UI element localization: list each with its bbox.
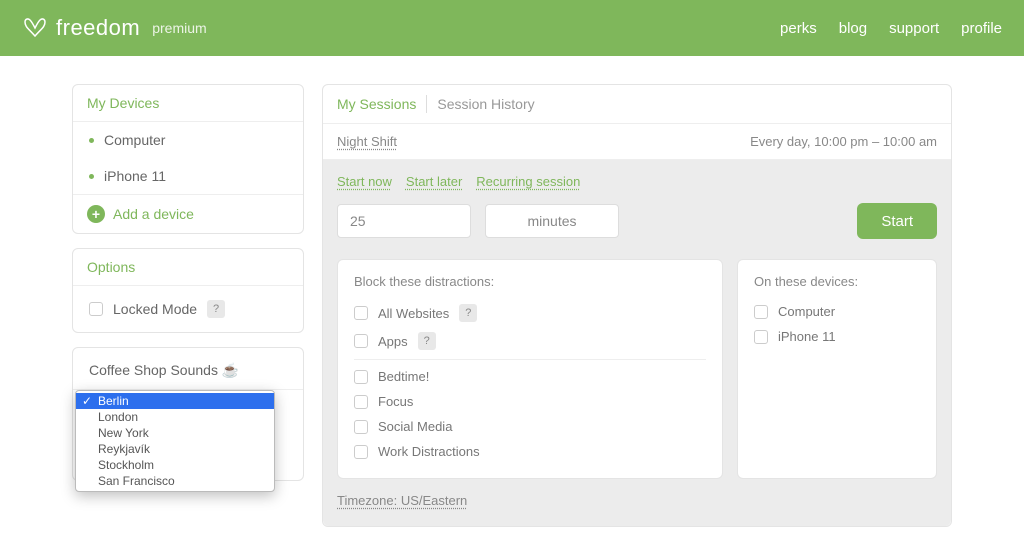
brand-plan: premium bbox=[152, 20, 206, 36]
add-device-label: Add a device bbox=[113, 206, 194, 222]
session-name[interactable]: Night Shift bbox=[337, 134, 397, 149]
sounds-body: Berlin London New York Reykjavík Stockho… bbox=[73, 390, 303, 480]
device-list: Computer iPhone 11 bbox=[73, 122, 303, 194]
sound-option-stockholm[interactable]: Stockholm bbox=[76, 457, 274, 473]
nav-support[interactable]: support bbox=[889, 20, 939, 37]
sounds-select-dropdown[interactable]: Berlin London New York Reykjavík Stockho… bbox=[75, 390, 275, 492]
tab-session-history[interactable]: Session History bbox=[437, 96, 534, 112]
block-social-label: Social Media bbox=[378, 419, 452, 434]
block-focus-checkbox[interactable] bbox=[354, 395, 368, 409]
device-computer-label: Computer bbox=[778, 304, 835, 319]
start-now-tab[interactable]: Start now bbox=[337, 174, 392, 189]
top-nav: perks blog support profile bbox=[780, 20, 1002, 37]
sound-option-london[interactable]: London bbox=[76, 409, 274, 425]
device-row: iPhone 11 bbox=[754, 324, 920, 349]
duration-unit-select[interactable]: minutes bbox=[485, 204, 619, 238]
block-social-checkbox[interactable] bbox=[354, 420, 368, 434]
session-tabs: My Sessions Session History bbox=[323, 85, 951, 124]
recurring-tab[interactable]: Recurring session bbox=[476, 174, 580, 189]
devices-box: On these devices: Computer iPhone 11 bbox=[737, 259, 937, 479]
tab-my-sessions[interactable]: My Sessions bbox=[337, 96, 416, 112]
device-row: Computer bbox=[754, 299, 920, 324]
block-all-label: All Websites bbox=[378, 306, 449, 321]
block-row-bedtime: Bedtime! bbox=[354, 364, 706, 389]
block-work-label: Work Distractions bbox=[378, 444, 480, 459]
status-dot-icon bbox=[89, 138, 94, 143]
nav-blog[interactable]: blog bbox=[839, 20, 867, 37]
block-row-work: Work Distractions bbox=[354, 439, 706, 464]
sessions-card: My Sessions Session History Night Shift … bbox=[322, 84, 952, 527]
butterfly-icon bbox=[22, 17, 48, 39]
options-header: Options bbox=[73, 249, 303, 286]
block-row-focus: Focus bbox=[354, 389, 706, 414]
help-icon[interactable]: ? bbox=[459, 304, 477, 322]
sounds-header: Coffee Shop Sounds ☕️ bbox=[73, 348, 303, 390]
device-iphone-checkbox[interactable] bbox=[754, 330, 768, 344]
session-row: Night Shift Every day, 10:00 pm – 10:00 … bbox=[323, 124, 951, 160]
duration-input[interactable] bbox=[337, 204, 471, 238]
locked-mode-checkbox[interactable] bbox=[89, 302, 103, 316]
start-later-tab[interactable]: Start later bbox=[406, 174, 462, 189]
sound-option-reykjavik[interactable]: Reykjavík bbox=[76, 441, 274, 457]
block-row-all: All Websites ? bbox=[354, 299, 706, 327]
divider bbox=[354, 359, 706, 360]
block-apps-label: Apps bbox=[378, 334, 408, 349]
status-dot-icon bbox=[89, 174, 94, 179]
panel-tabs: Start now Start later Recurring session bbox=[337, 174, 937, 189]
help-icon[interactable]: ? bbox=[418, 332, 436, 350]
block-focus-label: Focus bbox=[378, 394, 413, 409]
right-column: My Sessions Session History Night Shift … bbox=[322, 84, 952, 527]
device-item[interactable]: iPhone 11 bbox=[73, 158, 303, 194]
devices-title: On these devices: bbox=[754, 274, 920, 289]
sound-option-sanfrancisco[interactable]: San Francisco bbox=[76, 473, 274, 489]
devices-card: My Devices Computer iPhone 11 + Add a de… bbox=[72, 84, 304, 234]
brand: freedom premium bbox=[22, 15, 207, 41]
session-schedule: Every day, 10:00 pm – 10:00 am bbox=[750, 134, 937, 149]
timezone-link[interactable]: Timezone: US/Eastern bbox=[337, 493, 937, 508]
sounds-card: Coffee Shop Sounds ☕️ Berlin London New … bbox=[72, 347, 304, 481]
block-row-apps: Apps ? bbox=[354, 327, 706, 355]
brand-name: freedom bbox=[56, 15, 140, 41]
device-name: iPhone 11 bbox=[104, 168, 166, 184]
device-computer-checkbox[interactable] bbox=[754, 305, 768, 319]
nav-perks[interactable]: perks bbox=[780, 20, 817, 37]
block-bedtime-label: Bedtime! bbox=[378, 369, 429, 384]
panel-grid: Block these distractions: All Websites ?… bbox=[337, 259, 937, 479]
block-bedtime-checkbox[interactable] bbox=[354, 370, 368, 384]
left-column: My Devices Computer iPhone 11 + Add a de… bbox=[72, 84, 304, 527]
start-button[interactable]: Start bbox=[857, 203, 937, 239]
device-name: Computer bbox=[104, 132, 165, 148]
options-card: Options Locked Mode ? bbox=[72, 248, 304, 333]
start-row: minutes Start bbox=[337, 203, 937, 239]
help-icon[interactable]: ? bbox=[207, 300, 225, 318]
device-item[interactable]: Computer bbox=[73, 122, 303, 158]
session-panel: Start now Start later Recurring session … bbox=[323, 160, 951, 526]
devices-header: My Devices bbox=[73, 85, 303, 122]
plus-icon: + bbox=[87, 205, 105, 223]
add-device-button[interactable]: + Add a device bbox=[73, 194, 303, 233]
main-container: My Devices Computer iPhone 11 + Add a de… bbox=[72, 56, 952, 527]
block-all-checkbox[interactable] bbox=[354, 306, 368, 320]
tab-divider bbox=[426, 95, 427, 113]
nav-profile[interactable]: profile bbox=[961, 20, 1002, 37]
sound-option-newyork[interactable]: New York bbox=[76, 425, 274, 441]
block-title: Block these distractions: bbox=[354, 274, 706, 289]
block-row-social: Social Media bbox=[354, 414, 706, 439]
duration-unit-label: minutes bbox=[527, 213, 576, 229]
block-apps-checkbox[interactable] bbox=[354, 334, 368, 348]
device-iphone-label: iPhone 11 bbox=[778, 329, 836, 344]
app-header: freedom premium perks blog support profi… bbox=[0, 0, 1024, 56]
options-body: Locked Mode ? bbox=[73, 286, 303, 332]
sound-option-berlin[interactable]: Berlin bbox=[76, 393, 274, 409]
block-work-checkbox[interactable] bbox=[354, 445, 368, 459]
locked-mode-label: Locked Mode bbox=[113, 301, 197, 317]
block-box: Block these distractions: All Websites ?… bbox=[337, 259, 723, 479]
